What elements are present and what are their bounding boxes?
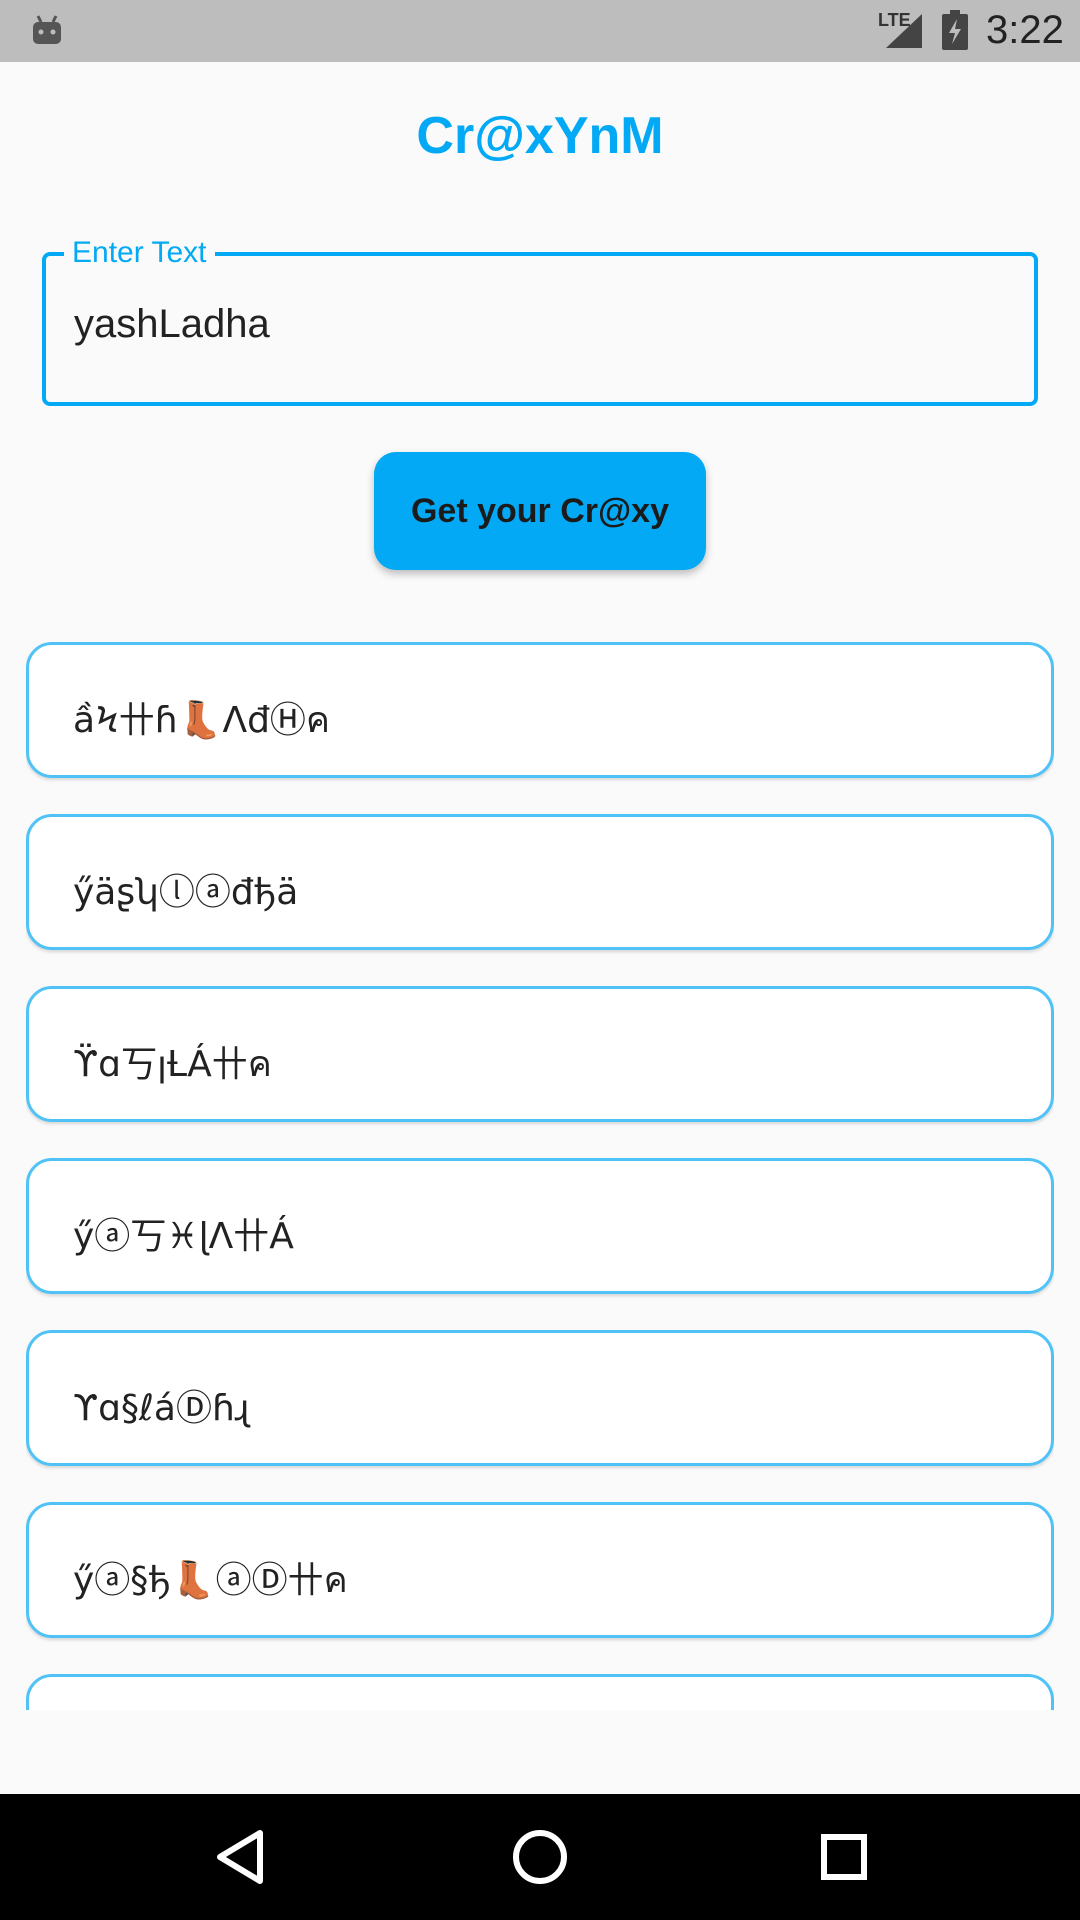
result-card[interactable]: ӳⓐ§ђ👢ⓐⒹ卄ค — [26, 1502, 1054, 1638]
status-time: 3:22 — [986, 8, 1064, 52]
app-title: Cr@xYnM — [416, 107, 664, 165]
text-input-label: Enter Text — [64, 236, 215, 270]
get-crazy-button[interactable]: Get your Cr@xy — [374, 452, 706, 570]
result-card[interactable]: ӳⓐ丂♓ɭΛ卄Á — [26, 1158, 1054, 1294]
result-card[interactable]: ϔɑ丂ꞁȽÁ卄ค — [26, 986, 1054, 1122]
result-card[interactable]: ầϞ卄ɦ👢ΛđⒽค — [26, 642, 1054, 778]
recents-icon[interactable] — [814, 1827, 874, 1887]
results-list[interactable]: ầϞ卄ɦ👢ΛđⒽค ӳäʂʮⓛⓐđђä ϔɑ丂ꞁȽÁ卄ค ӳⓐ丂♓ɭΛ卄Á ϒɑ… — [26, 642, 1054, 1710]
result-text: ӳⓐ丂♓ɭΛ卄Á — [73, 1216, 294, 1257]
result-text: ầϞ卄ɦ👢ΛđⒽค — [73, 700, 331, 741]
result-text: ӳⓐ§ђ👢ⓐⒹ卄ค — [73, 1560, 348, 1601]
back-icon[interactable] — [212, 1827, 268, 1887]
text-input-field[interactable]: Enter Text yashLadha — [42, 236, 1038, 406]
battery-charging-icon — [942, 10, 968, 50]
result-text: ϒɑ§ℓáⒹɦɻ — [73, 1388, 250, 1429]
text-input-value[interactable]: yashLadha — [74, 302, 270, 347]
result-card[interactable]: ϒɑ§ℓáⒹɦɻ — [26, 1330, 1054, 1466]
home-icon[interactable] — [510, 1827, 570, 1887]
result-text: ӳäʂʮⓛⓐđђä — [73, 872, 299, 913]
signal-icon — [886, 14, 922, 48]
result-text: ϔɑ丂ꞁȽÁ卄ค — [73, 1044, 272, 1085]
navigation-bar — [0, 1794, 1080, 1920]
android-icon — [33, 15, 61, 44]
status-bar: LTE 3:22 — [0, 0, 1080, 62]
result-card[interactable]: ӳäʂʮⓛⓐđђä — [26, 814, 1054, 950]
result-card[interactable] — [26, 1674, 1054, 1710]
